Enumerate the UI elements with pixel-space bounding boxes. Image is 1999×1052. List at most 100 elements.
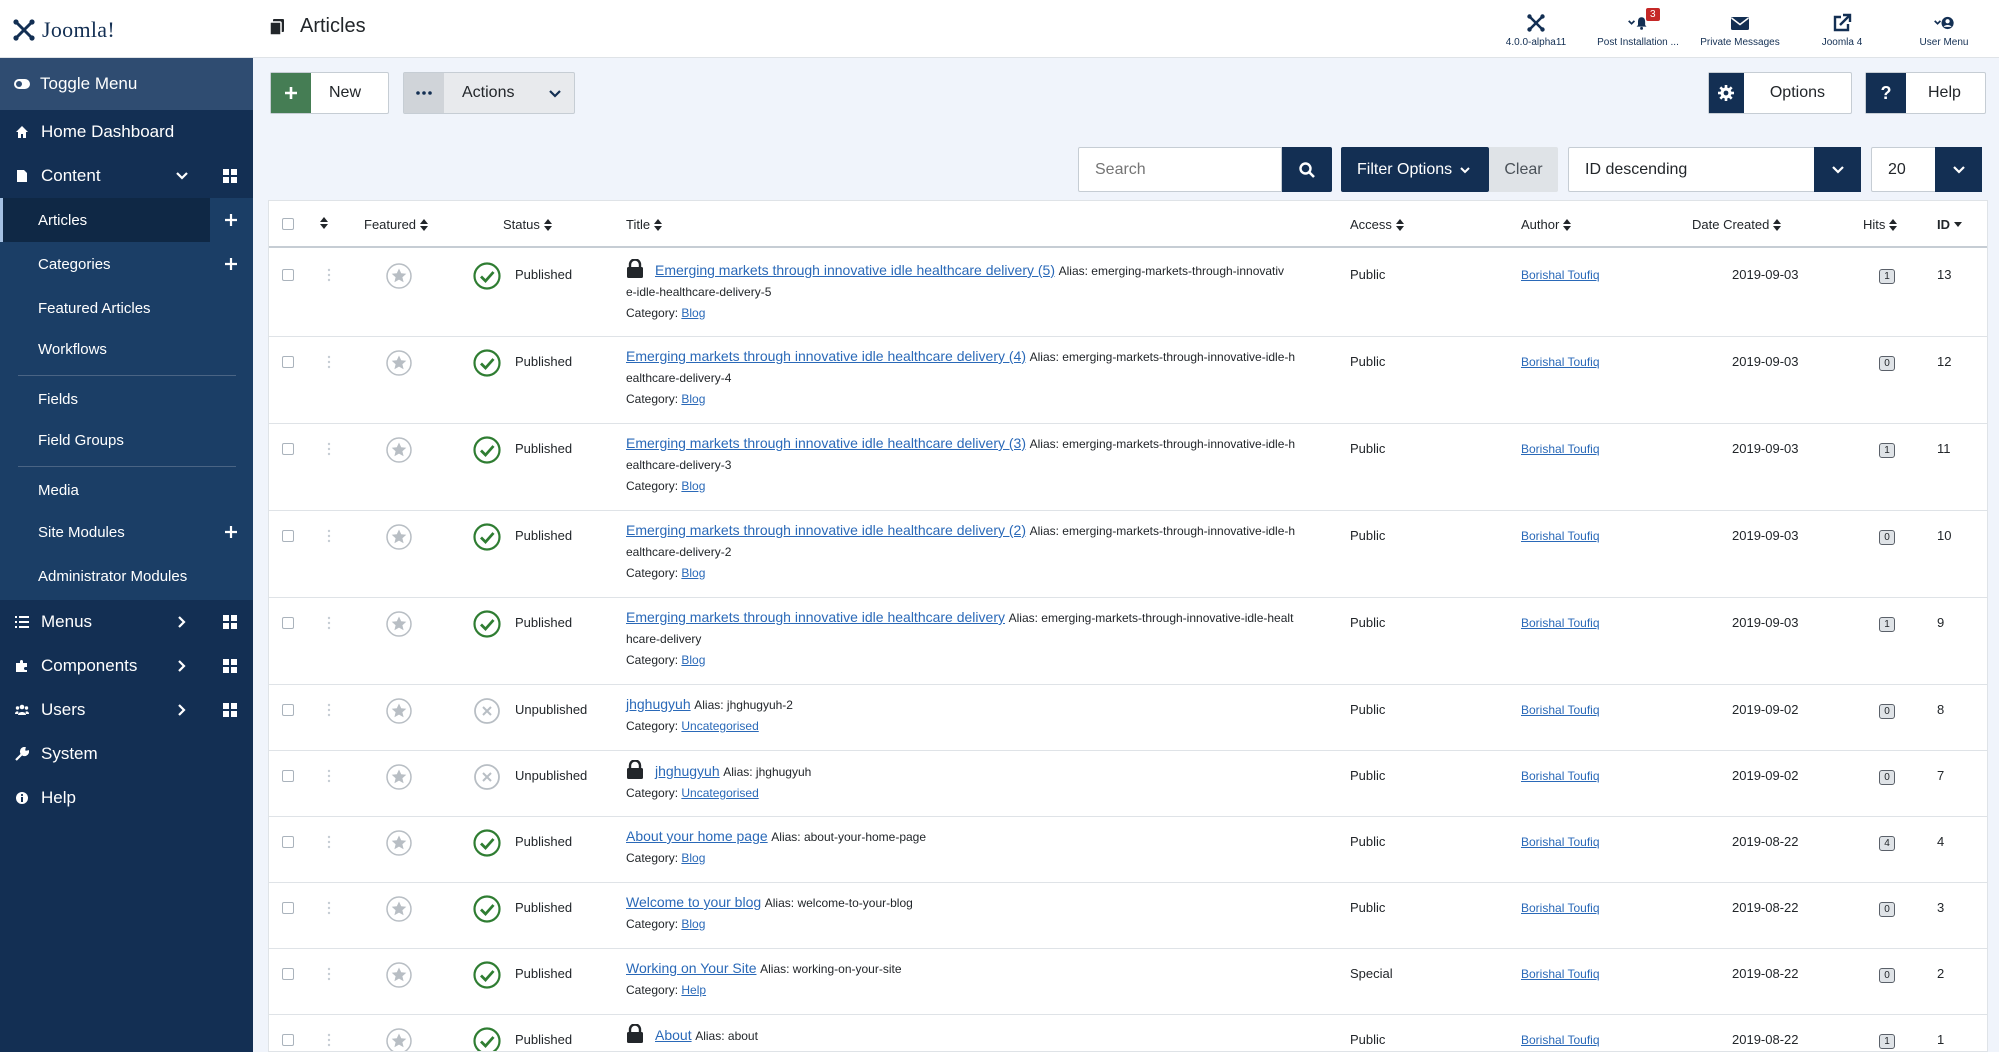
article-title-link[interactable]: jhghugyuh <box>655 763 720 779</box>
list-limit-select[interactable]: 20 <box>1871 147 1982 192</box>
author-link[interactable]: Borishal Toufiq <box>1521 268 1600 282</box>
row-checkbox[interactable] <box>282 1034 294 1046</box>
article-title-link[interactable]: Emerging markets through innovative idle… <box>626 609 1005 625</box>
drag-handle-icon[interactable] <box>327 703 331 720</box>
featured-star-icon[interactable] <box>386 524 412 553</box>
new-button[interactable]: New <box>270 72 389 114</box>
published-check-icon[interactable] <box>473 436 501 467</box>
drag-handle-icon[interactable] <box>327 268 331 285</box>
category-link[interactable]: Blog <box>681 479 705 493</box>
sidebar-item-site-modules[interactable]: Site Modules <box>0 510 253 554</box>
article-title-link[interactable]: Welcome to your blog <box>626 894 761 910</box>
author-link[interactable]: Borishal Toufiq <box>1521 616 1600 630</box>
row-checkbox[interactable] <box>282 356 294 368</box>
version-item[interactable]: 4.0.0-alpha11 <box>1485 6 1587 54</box>
article-title-link[interactable]: Emerging markets through innovative idle… <box>626 435 1026 451</box>
drag-handle-icon[interactable] <box>327 1033 331 1050</box>
sidebar-item-system[interactable]: System <box>0 732 253 776</box>
sidebar-item-fields[interactable]: Fields <box>0 377 253 421</box>
sidebar-item-field-groups[interactable]: Field Groups <box>0 418 253 462</box>
article-title-link[interactable]: Emerging markets through innovative idle… <box>626 348 1026 364</box>
article-title-link[interactable]: jhghugyuh <box>626 696 691 712</box>
author-link[interactable]: Borishal Toufiq <box>1521 442 1600 456</box>
sidebar-item-media[interactable]: Media <box>0 468 253 512</box>
list-limit-toggle[interactable] <box>1935 147 1982 192</box>
help-button[interactable]: ? Help <box>1865 72 1986 114</box>
drag-handle-icon[interactable] <box>327 442 331 459</box>
filter-options-button[interactable]: Filter Options <box>1341 147 1489 192</box>
author-link[interactable]: Borishal Toufiq <box>1521 967 1600 981</box>
published-check-icon[interactable] <box>473 961 501 992</box>
drag-handle-icon[interactable] <box>327 616 331 633</box>
category-link[interactable]: Blog <box>681 653 705 667</box>
drag-handle-icon[interactable] <box>327 967 331 984</box>
featured-star-icon[interactable] <box>386 611 412 640</box>
published-check-icon[interactable] <box>473 829 501 860</box>
published-check-icon[interactable] <box>473 610 501 641</box>
category-link[interactable]: Blog <box>681 392 705 406</box>
featured-star-icon[interactable] <box>386 263 412 292</box>
article-title-link[interactable]: About your home page <box>626 828 768 844</box>
author-link[interactable]: Borishal Toufiq <box>1521 703 1600 717</box>
author-link[interactable]: Borishal Toufiq <box>1521 835 1600 849</box>
sidebar-item-articles[interactable]: Articles <box>0 198 210 242</box>
featured-star-icon[interactable] <box>386 896 412 925</box>
article-title-link[interactable]: Emerging markets through innovative idle… <box>655 262 1055 278</box>
category-link[interactable]: Blog <box>681 851 705 865</box>
private-messages-item[interactable]: Private Messages <box>1689 6 1791 54</box>
add-article-icon[interactable] <box>223 212 239 228</box>
access-header[interactable]: Access <box>1350 217 1404 232</box>
row-checkbox[interactable] <box>282 530 294 542</box>
lock-icon[interactable] <box>626 760 644 779</box>
featured-star-icon[interactable] <box>386 350 412 379</box>
author-link[interactable]: Borishal Toufiq <box>1521 1033 1600 1047</box>
sidebar-item-workflows[interactable]: Workflows <box>0 327 253 371</box>
dashboard-grid-icon[interactable] <box>223 703 237 717</box>
sidebar-item-menus[interactable]: Menus <box>0 600 253 644</box>
id-header[interactable]: ID <box>1937 217 1962 232</box>
article-title-link[interactable]: About <box>655 1027 692 1043</box>
drag-handle-icon[interactable] <box>327 769 331 786</box>
row-checkbox[interactable] <box>282 443 294 455</box>
sidebar-item-home[interactable]: Home Dashboard <box>0 110 253 154</box>
sidebar-item-help[interactable]: Help <box>0 776 253 820</box>
drag-handle-icon[interactable] <box>327 835 331 852</box>
published-check-icon[interactable] <box>473 895 501 926</box>
ordering-toggle[interactable] <box>1814 147 1861 192</box>
drag-handle-icon[interactable] <box>327 901 331 918</box>
row-checkbox[interactable] <box>282 968 294 980</box>
status-header[interactable]: Status <box>503 217 552 232</box>
ordering-sort-header[interactable] <box>320 217 328 229</box>
author-link[interactable]: Borishal Toufiq <box>1521 769 1600 783</box>
row-checkbox[interactable] <box>282 902 294 914</box>
published-check-icon[interactable] <box>473 262 501 293</box>
dashboard-grid-icon[interactable] <box>223 659 237 673</box>
category-link[interactable]: Blog <box>681 306 705 320</box>
options-button[interactable]: Options <box>1708 72 1852 114</box>
search-field[interactable] <box>1078 147 1282 192</box>
featured-header[interactable]: Featured <box>364 217 429 232</box>
category-link[interactable]: Blog <box>681 566 705 580</box>
unpublished-x-icon[interactable] <box>473 697 501 728</box>
published-check-icon[interactable] <box>473 349 501 380</box>
author-header[interactable]: Author <box>1521 217 1572 232</box>
unpublished-x-icon[interactable] <box>473 763 501 794</box>
featured-star-icon[interactable] <box>386 437 412 466</box>
article-title-link[interactable]: Working on Your Site <box>626 960 757 976</box>
date-created-header[interactable]: Date Created <box>1692 217 1782 232</box>
search-button[interactable] <box>1282 147 1332 192</box>
sidebar-item-components[interactable]: Components <box>0 644 253 688</box>
row-checkbox[interactable] <box>282 770 294 782</box>
published-check-icon[interactable] <box>473 1027 501 1051</box>
row-checkbox[interactable] <box>282 704 294 716</box>
drag-handle-icon[interactable] <box>327 355 331 372</box>
drag-handle-icon[interactable] <box>327 529 331 546</box>
title-header[interactable]: Title <box>626 217 663 232</box>
featured-star-icon[interactable] <box>386 698 412 727</box>
lock-icon[interactable] <box>626 259 644 278</box>
search-input[interactable] <box>1079 148 1281 191</box>
toggle-menu-button[interactable]: Toggle Menu <box>0 58 253 110</box>
joomla4-site-item[interactable]: Joomla 4 <box>1791 6 1893 54</box>
featured-star-icon[interactable] <box>386 830 412 859</box>
featured-star-icon[interactable] <box>386 764 412 793</box>
